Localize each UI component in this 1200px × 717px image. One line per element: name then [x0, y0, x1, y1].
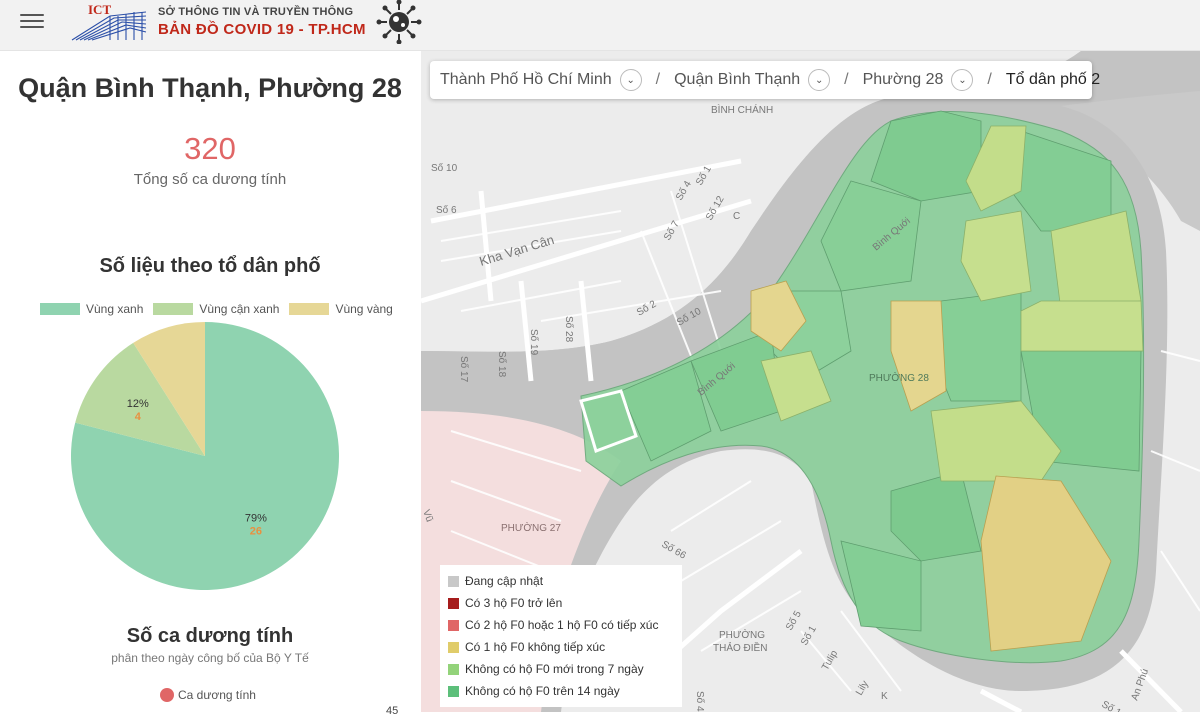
- menu-icon[interactable]: [20, 10, 44, 30]
- map-legend-item: Không có hộ F0 mới trong 7 ngày: [448, 658, 674, 680]
- chevron-down-icon[interactable]: ⌄: [808, 69, 831, 91]
- map-legend-label: Không có hộ F0 trên 14 ngày: [465, 684, 620, 698]
- pie-legend-item[interactable]: Vùng cận xanh: [153, 302, 279, 316]
- pie-legend-swatch: [40, 303, 80, 315]
- map-label-phuong-27: PHƯỜNG 27: [501, 521, 561, 534]
- place-title: Quận Bình Thạnh, Phường 28: [18, 73, 402, 103]
- map-label-c: C: [733, 211, 740, 222]
- pie-legend-label: Vùng xanh: [86, 302, 144, 316]
- map-legend-item: Có 1 hộ F0 không tiếp xúc: [448, 636, 674, 658]
- pie-count-label: 4: [135, 411, 142, 423]
- map-legend-swatch: [448, 685, 459, 697]
- map-legend: Đang cập nhật Có 3 hộ F0 trở lên Có 2 hộ F…: [440, 565, 682, 707]
- pie-legend: Vùng xanh Vùng cận xanh Vùng vàng: [40, 302, 393, 316]
- map-label-so28: Số 28: [563, 316, 575, 343]
- cases-legend-dot: [160, 688, 174, 702]
- pie-chart: 79%26 12%4: [71, 322, 340, 590]
- map-legend-label: Có 2 hộ F0 hoặc 1 hộ F0 có tiếp xúc: [465, 618, 659, 632]
- breadcrumb-group: Tổ dân phố 2: [1006, 71, 1100, 89]
- group-stats-title: Số liệu theo tổ dân phố: [99, 255, 321, 277]
- org-name: SỞ THÔNG TIN VÀ TRUYỀN THÔNG: [158, 6, 354, 18]
- app-title: BẢN ĐỒ COVID 19 - TP.HCM: [158, 21, 366, 38]
- breadcrumb-district[interactable]: Quận Bình Thạnh ⌄: [674, 69, 831, 91]
- map-legend-swatch: [448, 575, 459, 587]
- chevron-down-icon[interactable]: ⌄: [619, 69, 642, 91]
- cases-axis-tick: 45: [386, 705, 399, 717]
- map-label-thao-dien-1: PHƯỜNG: [719, 628, 765, 641]
- map-legend-label: Có 3 hộ F0 trở lên: [465, 596, 563, 610]
- pie-percent-label: 12%: [127, 398, 149, 410]
- map-legend-swatch: [448, 641, 459, 653]
- map-view[interactable]: BÌNH CHÁNH PHƯỜNG 28 PHƯỜNG 27 PHƯỜNG TH…: [421, 51, 1200, 712]
- virus-icon: [376, 0, 422, 44]
- breadcrumb-city[interactable]: Thành Phố Hồ Chí Minh ⌄: [440, 69, 642, 91]
- pie-legend-item[interactable]: Vùng vàng: [289, 302, 393, 316]
- breadcrumb-separator: /: [844, 71, 849, 88]
- map-label-so6: Số 6: [436, 204, 457, 216]
- cases-legend-label: Ca dương tính: [178, 688, 256, 702]
- map-legend-item: Đang cập nhật: [448, 570, 674, 592]
- cases-chart-legend: Ca dương tính: [160, 688, 256, 702]
- map-legend-swatch: [448, 619, 459, 631]
- ict-logo: ICT: [71, 2, 147, 41]
- map-label-thao-dien-2: THẢO ĐIỀN: [713, 641, 767, 654]
- map-label-so19: Số 19: [528, 329, 540, 356]
- map-legend-label: Đang cập nhật: [465, 574, 544, 588]
- breadcrumb-city-label: Thành Phố Hồ Chí Minh: [440, 71, 612, 88]
- svg-text:ICT: ICT: [88, 2, 111, 17]
- pie-legend-swatch: [153, 303, 194, 315]
- breadcrumb-separator: /: [987, 71, 992, 88]
- map-legend-swatch: [448, 597, 459, 609]
- pie-count-label: 26: [250, 526, 262, 538]
- breadcrumb-ward-label: Phường 28: [862, 71, 944, 88]
- map-legend-item: Có 3 hộ F0 trở lên: [448, 592, 674, 614]
- breadcrumb-district-label: Quận Bình Thạnh: [674, 71, 801, 88]
- cases-chart-subtitle: phân theo ngày công bố của Bộ Y Tế: [111, 651, 309, 665]
- map-legend-label: Không có hộ F0 mới trong 7 ngày: [465, 662, 644, 676]
- pie-legend-label: Vùng vàng: [335, 302, 393, 316]
- map-label-k: K: [881, 691, 888, 702]
- map-legend-item: Có 2 hộ F0 hoặc 1 hộ F0 có tiếp xúc: [448, 614, 674, 636]
- map-label-so44: Số 44: [694, 691, 706, 712]
- stats-panel: Quận Bình Thạnh, Phường 28 320 Tổng số c…: [0, 51, 420, 717]
- map-label-so17: Số 17: [458, 356, 470, 383]
- breadcrumb-ward[interactable]: Phường 28 ⌄: [863, 69, 974, 91]
- map-legend-item: Không có hộ F0 trên 14 ngày: [448, 680, 674, 702]
- pie-legend-swatch: [289, 303, 330, 315]
- top-bar: ICT SỞ THÔNG TIN VÀ TRUYỀN THÔNG BẢN ĐỒ …: [0, 0, 1200, 51]
- map-label-binh-chanh: BÌNH CHÁNH: [711, 103, 773, 116]
- map-label-phuong-28: PHƯỜNG 28: [869, 371, 929, 384]
- total-cases-count: 320: [184, 131, 236, 166]
- pie-percent-label: 79%: [245, 513, 267, 525]
- cases-chart-title: Số ca dương tính: [126, 625, 294, 647]
- map-label-so10a: Số 10: [431, 162, 458, 174]
- breadcrumb-separator: /: [655, 71, 661, 88]
- map-legend-label: Có 1 hộ F0 không tiếp xúc: [465, 640, 606, 654]
- map-legend-swatch: [448, 663, 459, 675]
- total-cases-label: Tổng số ca dương tính: [133, 171, 287, 188]
- map-label-so18: Số 18: [496, 351, 508, 378]
- chevron-down-icon[interactable]: ⌄: [951, 69, 974, 91]
- pie-legend-label: Vùng cận xanh: [199, 302, 280, 316]
- breadcrumb: Thành Phố Hồ Chí Minh ⌄ / Quận Bình Thạn…: [430, 61, 1100, 99]
- pie-legend-item[interactable]: Vùng xanh: [40, 302, 143, 316]
- breadcrumb-group-label: Tổ dân phố 2: [1005, 71, 1101, 88]
